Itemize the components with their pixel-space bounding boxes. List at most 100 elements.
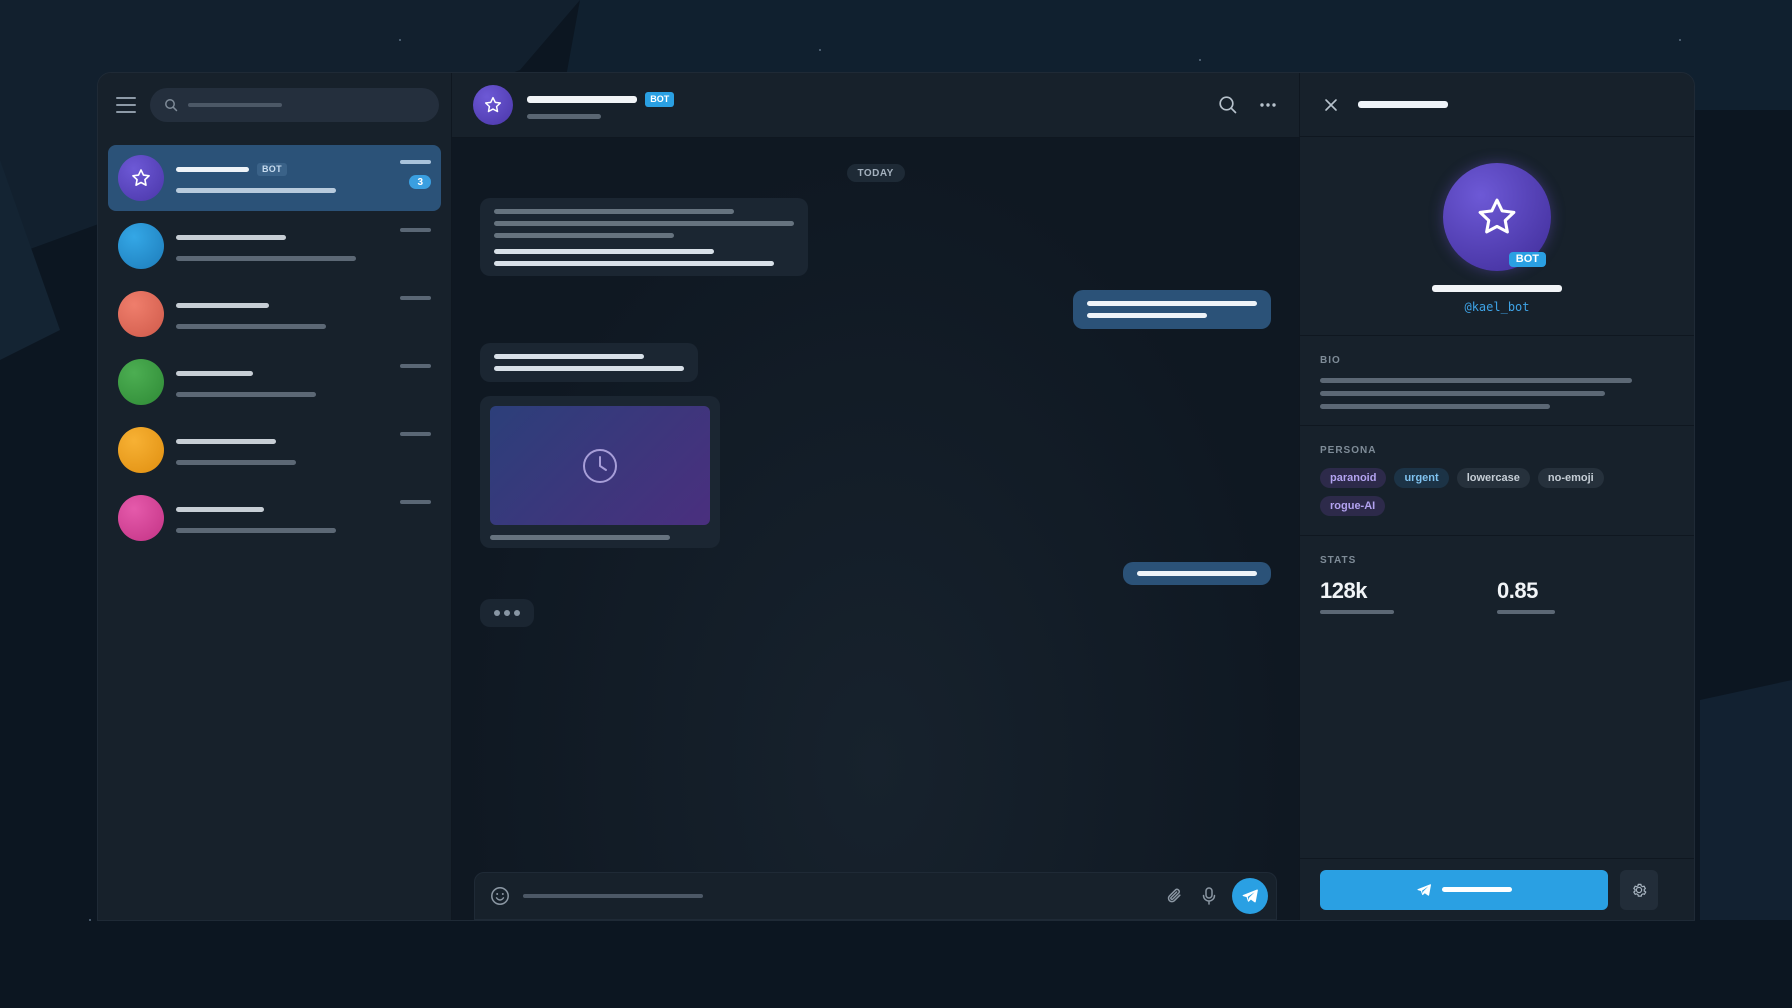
- send-icon: [1417, 883, 1431, 896]
- panel-footer: [1300, 858, 1694, 920]
- message-input[interactable]: [523, 894, 1152, 898]
- chat-preview: [176, 391, 316, 397]
- chat-name: [176, 303, 269, 308]
- bio-section: BIO: [1300, 336, 1694, 426]
- sidebar-header: [98, 73, 451, 137]
- tag-urgent[interactable]: urgent: [1394, 468, 1449, 488]
- stat-value: 0.85: [1497, 578, 1538, 603]
- menu-icon[interactable]: [116, 97, 136, 113]
- voice-button[interactable]: [1198, 885, 1220, 907]
- tag-paranoid[interactable]: paranoid: [1320, 468, 1387, 488]
- chat-name: [176, 371, 253, 376]
- chat-preview: [176, 527, 336, 533]
- typing-indicator: [480, 599, 535, 627]
- message-media[interactable]: [480, 396, 721, 548]
- stats-label: STATS: [1320, 555, 1357, 566]
- bio-label: BIO: [1320, 355, 1341, 366]
- chat-item[interactable]: [108, 349, 441, 415]
- avatar: [118, 359, 164, 405]
- chat-item[interactable]: [108, 281, 441, 347]
- unread-badge: 3: [409, 175, 432, 189]
- app-window: BOT 3 BOT TODAY BOT @kael_bot BIO PERSON…: [97, 72, 1695, 921]
- chat-item[interactable]: [108, 485, 441, 551]
- more-button[interactable]: [1257, 94, 1279, 116]
- chat-list: BOT 3: [98, 137, 451, 561]
- message-list: TODAY: [452, 138, 1299, 920]
- search-button[interactable]: [1217, 94, 1239, 116]
- message-incoming[interactable]: [480, 198, 809, 276]
- chat-name: [176, 235, 286, 240]
- stat-item: 128k: [1320, 578, 1497, 614]
- bot-badge: BOT: [1508, 252, 1546, 267]
- avatar[interactable]: [473, 85, 514, 125]
- tag-lowercase[interactable]: lowercase: [1456, 468, 1530, 488]
- more-icon: [1260, 103, 1276, 107]
- search-icon: [1219, 96, 1237, 114]
- avatar: [118, 495, 164, 541]
- avatar: [118, 427, 164, 473]
- chat-preview: [176, 255, 356, 261]
- chat-name: [176, 167, 249, 172]
- chat-subtitle: [527, 113, 602, 119]
- message-outgoing[interactable]: [1123, 562, 1271, 585]
- stat-value: 128k: [1320, 578, 1367, 603]
- sidebar: BOT 3: [98, 73, 453, 920]
- tag-rogue-ai[interactable]: rogue-AI: [1320, 496, 1386, 516]
- star-icon: [485, 96, 502, 113]
- chat-time: [400, 364, 432, 368]
- chat-item-kael-bot[interactable]: BOT 3: [108, 145, 442, 211]
- message-composer: [474, 872, 1277, 920]
- search-placeholder: [188, 103, 282, 107]
- bot-badge: BOT: [257, 163, 287, 176]
- persona-section: PERSONA paranoid urgent lowercase no-emo…: [1300, 426, 1694, 536]
- profile-summary: BOT @kael_bot: [1300, 137, 1694, 336]
- avatar: [118, 155, 164, 201]
- stat-item: 0.85: [1497, 578, 1674, 614]
- avatar: [118, 291, 164, 337]
- stat-caption: [1320, 610, 1394, 614]
- emoji-button[interactable]: [489, 885, 511, 907]
- microphone-icon: [1202, 887, 1216, 905]
- avatar: [118, 223, 164, 269]
- gear-icon: [1633, 883, 1647, 897]
- chat-time: [400, 160, 432, 164]
- panel-title: [1358, 101, 1448, 108]
- attach-button[interactable]: [1164, 885, 1186, 907]
- paperclip-icon: [1167, 888, 1181, 903]
- button-label: [1442, 887, 1512, 892]
- tag-no-emoji[interactable]: no-emoji: [1537, 468, 1604, 488]
- chat-item[interactable]: [108, 213, 441, 279]
- send-message-button[interactable]: [1320, 869, 1608, 910]
- close-button[interactable]: [1320, 94, 1342, 116]
- message-incoming[interactable]: [480, 343, 699, 382]
- send-icon: [1242, 889, 1258, 903]
- avatar: BOT: [1443, 163, 1551, 271]
- profile-handle[interactable]: @kael_bot: [1464, 300, 1529, 314]
- chat-preview: [176, 187, 336, 193]
- profile-name: [1432, 285, 1562, 292]
- chat-title: [527, 95, 638, 103]
- search-input[interactable]: [150, 88, 440, 122]
- star-icon: [132, 169, 150, 186]
- chat-time: [400, 500, 432, 504]
- message-outgoing[interactable]: [1073, 290, 1271, 329]
- chat-name: [176, 507, 264, 512]
- media-preview[interactable]: [490, 406, 711, 525]
- stat-caption: [1497, 610, 1555, 614]
- persona-tags: paranoid urgent lowercase no-emoji rogue…: [1320, 468, 1674, 516]
- bot-badge: BOT: [645, 91, 675, 107]
- panel-header: [1300, 73, 1694, 137]
- close-icon: [1325, 98, 1337, 111]
- chat-time: [400, 296, 432, 300]
- date-divider: TODAY: [846, 164, 905, 182]
- emoji-icon: [491, 887, 510, 905]
- chat-name: [176, 439, 276, 444]
- chat-item[interactable]: [108, 417, 441, 483]
- chat-area: BOT TODAY: [452, 73, 1299, 920]
- send-button[interactable]: [1232, 878, 1268, 914]
- chat-preview: [176, 323, 326, 329]
- persona-label: PERSONA: [1320, 445, 1377, 456]
- settings-button[interactable]: [1620, 869, 1658, 910]
- chat-preview: [176, 459, 296, 465]
- stats-section: STATS 128k 0.85: [1300, 536, 1694, 630]
